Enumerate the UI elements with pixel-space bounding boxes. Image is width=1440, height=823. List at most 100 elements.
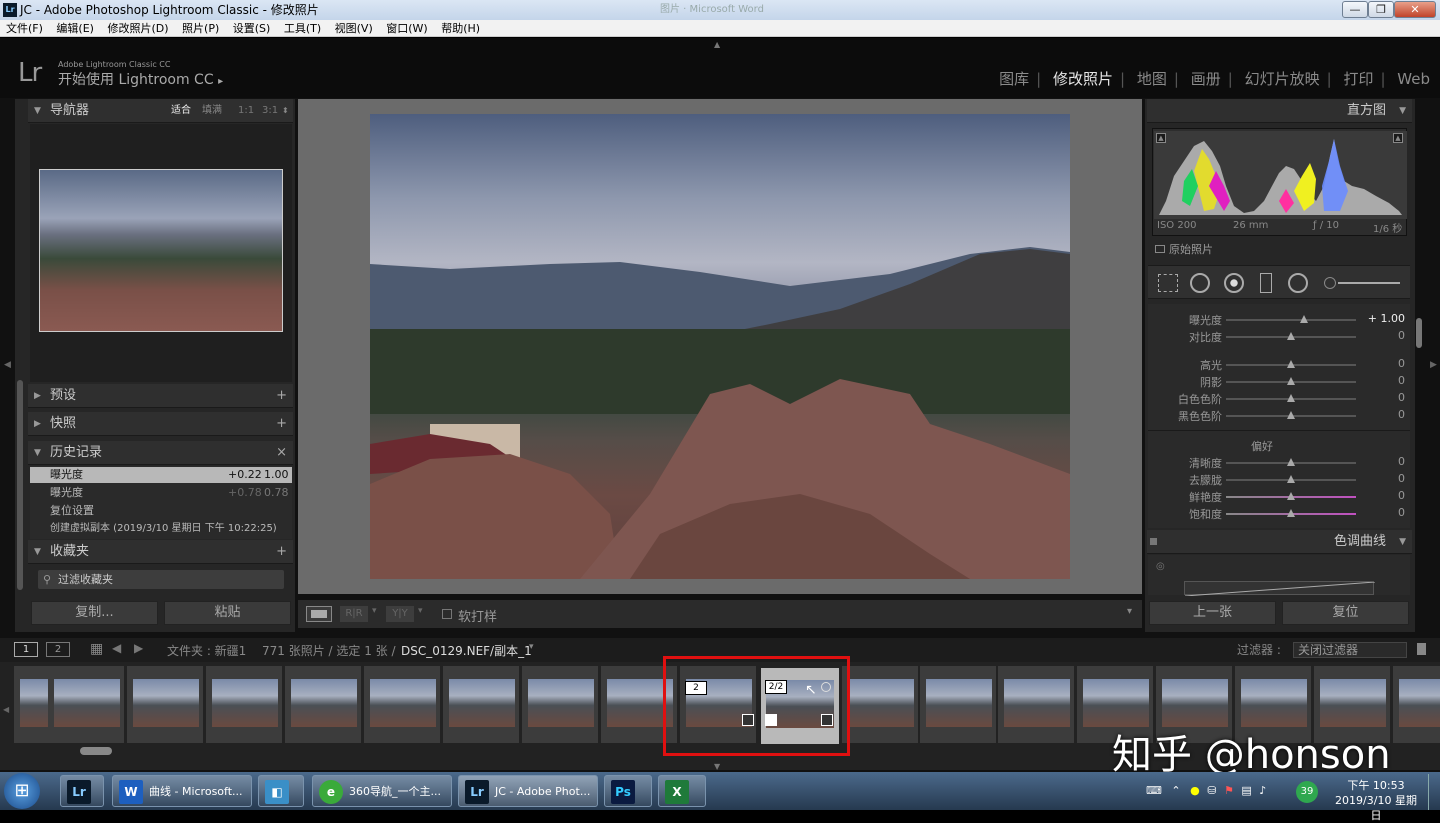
menu-edit[interactable]: 编辑(E) — [56, 20, 94, 37]
slider-knob[interactable] — [1287, 377, 1295, 385]
zoom-1-1[interactable]: 1:1 — [238, 99, 254, 123]
left-panel-toggle-icon[interactable]: ◀ — [4, 360, 11, 370]
crop-tool-icon[interactable] — [1158, 274, 1178, 292]
usb-icon[interactable]: ⛁ — [1207, 784, 1216, 797]
back-arrow-icon[interactable]: ◀ — [112, 641, 121, 655]
clock[interactable]: 下午 10:53 2019/3/10 星期日 — [1330, 778, 1422, 823]
slider-value[interactable]: 0 — [1365, 472, 1405, 485]
history-header[interactable]: ▼ 历史记录 × — [28, 441, 293, 465]
slider-value[interactable]: 0 — [1365, 329, 1405, 342]
shadow-clipping-icon[interactable]: ▲ — [1156, 133, 1166, 143]
slider-row[interactable]: 鲜艳度 0 — [1150, 489, 1405, 505]
spot-removal-icon[interactable] — [1190, 273, 1210, 293]
clear-history-icon[interactable]: × — [276, 441, 287, 465]
file-dropdown-icon[interactable]: ▾ — [529, 642, 534, 652]
redeye-icon[interactable] — [1224, 273, 1244, 293]
tray-expand-icon[interactable]: ⌃ — [1171, 784, 1180, 797]
graduated-filter-icon[interactable] — [1260, 273, 1272, 293]
grid-icon[interactable]: ▦ — [90, 641, 103, 657]
slider-knob[interactable] — [1287, 475, 1295, 483]
add-snapshot-icon[interactable]: + — [276, 412, 287, 436]
copy-settings-button[interactable]: 复制... — [31, 601, 158, 625]
target-adjust-icon[interactable]: ◎ — [1156, 561, 1165, 572]
filmstrip-thumbnail[interactable] — [48, 666, 125, 743]
taskbar-lightroom-window[interactable]: Lr JC - Adobe Phot... — [458, 775, 598, 807]
filmstrip-thumbnail[interactable] — [998, 666, 1075, 743]
module-web[interactable]: Web — [1397, 70, 1430, 88]
tone-curve-graph[interactable] — [1184, 581, 1375, 596]
slider-knob[interactable] — [1300, 315, 1308, 323]
zoom-3-1[interactable]: 3:1 — [262, 99, 278, 123]
filmstrip-thumbnail[interactable] — [443, 666, 520, 743]
before-after-split-icon[interactable]: Y|Y — [386, 606, 414, 622]
slider-knob[interactable] — [1287, 458, 1295, 466]
maximize-button[interactable]: ❐ — [1368, 1, 1394, 18]
filmstrip-thumbnail[interactable] — [127, 666, 204, 743]
reset-button[interactable]: 复位 — [1282, 601, 1409, 625]
slider-row[interactable]: 白色色阶 0 — [1150, 391, 1405, 407]
menu-settings[interactable]: 设置(S) — [233, 20, 271, 37]
top-panel-toggle-icon[interactable]: ▲ — [714, 40, 720, 49]
bottom-panel-toggle-icon[interactable]: ▼ — [714, 762, 720, 771]
slider-value[interactable]: 0 — [1365, 374, 1405, 387]
radial-filter-icon[interactable] — [1288, 273, 1308, 293]
filmstrip-thumbnail[interactable] — [285, 666, 362, 743]
slider-knob[interactable] — [1287, 509, 1295, 517]
get-started-link[interactable]: 开始使用 Lightroom CC ▸ — [58, 69, 223, 89]
filter-lock-icon[interactable] — [1417, 643, 1426, 655]
panel-switch-icon[interactable] — [1150, 538, 1157, 545]
start-button[interactable]: ⊞ — [4, 773, 40, 809]
add-preset-icon[interactable]: + — [276, 384, 287, 408]
slider-row[interactable]: 阴影 0 — [1150, 374, 1405, 390]
right-panel-scrollbar[interactable] — [1416, 318, 1422, 348]
filmstrip-thumbnail[interactable] — [206, 666, 283, 743]
menu-tools[interactable]: 工具(T) — [284, 20, 321, 37]
module-develop[interactable]: 修改照片 — [1053, 70, 1113, 88]
zoom-stepper-icon[interactable]: ⬍ — [282, 99, 289, 123]
before-after-icon[interactable]: R|R — [340, 606, 368, 622]
filter-select[interactable]: 关闭过滤器 — [1293, 642, 1407, 658]
highlight-clipping-icon[interactable]: ▲ — [1393, 133, 1403, 143]
filter-collections-input[interactable]: ⚲ 过滤收藏夹 — [38, 570, 284, 589]
second-window-button[interactable]: 2 — [46, 642, 70, 657]
snapshots-header[interactable]: ▶ 快照 + — [28, 412, 293, 436]
keyboard-icon[interactable]: ⌨ — [1146, 784, 1162, 797]
slider-knob[interactable] — [1287, 411, 1295, 419]
filmstrip-thumbnail[interactable] — [1393, 666, 1440, 743]
slider-row[interactable]: 高光 0 — [1150, 357, 1405, 373]
taskbar-excel[interactable]: X — [658, 775, 706, 807]
navigator-preview[interactable] — [39, 169, 283, 332]
module-map[interactable]: 地图 — [1137, 70, 1167, 88]
slider-knob[interactable] — [1287, 360, 1295, 368]
slider-value[interactable]: 0 — [1365, 489, 1405, 502]
collections-header[interactable]: ▼ 收藏夹 + — [28, 540, 293, 564]
filmstrip-thumbnail[interactable] — [842, 666, 919, 743]
slider-row[interactable]: 黑色色阶 0 — [1150, 408, 1405, 424]
forward-arrow-icon[interactable]: ▶ — [134, 641, 143, 655]
paste-settings-button[interactable]: 粘贴 — [164, 601, 291, 625]
zoom-fit[interactable]: 适合 — [171, 99, 191, 123]
slider-knob[interactable] — [1287, 492, 1295, 500]
slider-knob[interactable] — [1287, 332, 1295, 340]
presets-header[interactable]: ▶ 预设 + — [28, 384, 293, 408]
slider-row[interactable]: 饱和度 0 — [1150, 506, 1405, 522]
flag-icon[interactable]: ⚑ — [1224, 784, 1234, 797]
module-slideshow[interactable]: 幻灯片放映 — [1245, 70, 1320, 88]
slider-value[interactable]: 0 — [1365, 408, 1405, 421]
slider-value[interactable]: + 1.00 — [1365, 312, 1405, 325]
volume-icon[interactable]: ♪ — [1259, 784, 1266, 797]
filmstrip-thumbnail[interactable] — [364, 666, 441, 743]
original-photo-toggle[interactable]: 原始照片 — [1155, 241, 1213, 257]
filmstrip-scrollbar[interactable] — [80, 747, 112, 755]
slider-value[interactable]: 0 — [1365, 391, 1405, 404]
menu-view[interactable]: 视图(V) — [335, 20, 373, 37]
show-desktop-button[interactable] — [1428, 774, 1440, 810]
taskbar-app[interactable]: ◧ — [258, 775, 304, 807]
module-library[interactable]: 图库 — [999, 70, 1029, 88]
history-item[interactable]: 创建虚拟副本 (2019/3/10 星期日 下午 10:22:25) — [30, 521, 292, 537]
toolbar-options-icon[interactable]: ▾ — [1127, 606, 1132, 617]
adjustment-brush-icon[interactable] — [1324, 277, 1336, 289]
slider-row[interactable]: 去朦胧 0 — [1150, 472, 1405, 488]
module-book[interactable]: 画册 — [1191, 70, 1221, 88]
menu-help[interactable]: 帮助(H) — [441, 20, 480, 37]
